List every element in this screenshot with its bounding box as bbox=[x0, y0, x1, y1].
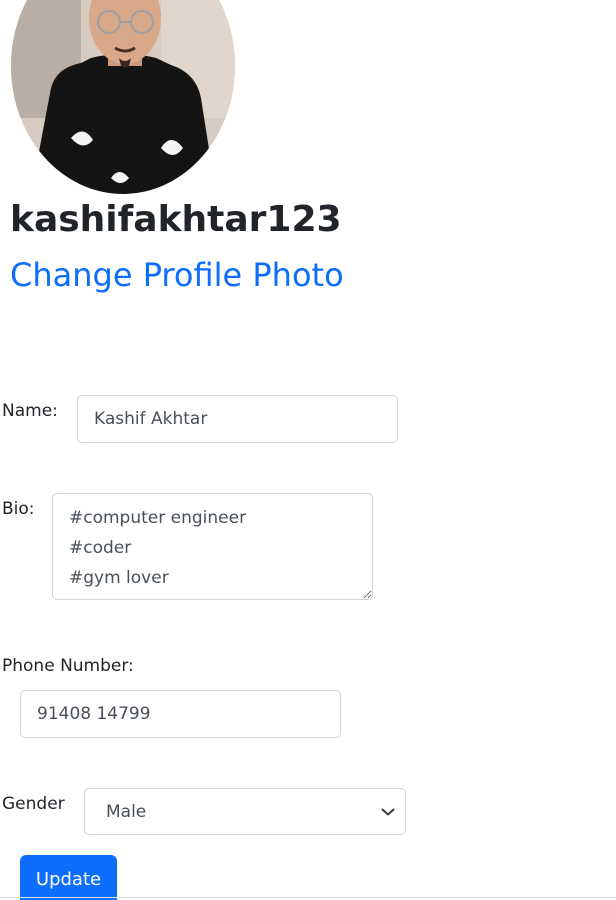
divider bbox=[0, 897, 616, 898]
gender-label: Gender bbox=[2, 794, 65, 814]
username-heading: kashifakhtar123 bbox=[10, 199, 342, 240]
change-profile-photo-link[interactable]: Change Profile Photo bbox=[10, 252, 344, 298]
bio-textarea[interactable]: #computer engineer #coder #gym lover bbox=[52, 493, 373, 600]
gender-selected-value: Male bbox=[106, 801, 147, 822]
gender-select[interactable]: Male bbox=[84, 788, 406, 835]
bio-label: Bio: bbox=[2, 499, 35, 519]
phone-input[interactable] bbox=[20, 690, 341, 738]
chevron-down-icon bbox=[381, 808, 395, 815]
avatar-photo bbox=[11, 0, 235, 194]
edit-profile-page: kashifakhtar123 Change Profile Photo Nam… bbox=[0, 0, 616, 900]
name-label: Name: bbox=[2, 401, 58, 421]
name-input[interactable] bbox=[77, 395, 398, 443]
update-button[interactable]: Update bbox=[20, 855, 117, 900]
phone-label: Phone Number: bbox=[2, 656, 134, 676]
profile-avatar bbox=[11, 0, 235, 194]
